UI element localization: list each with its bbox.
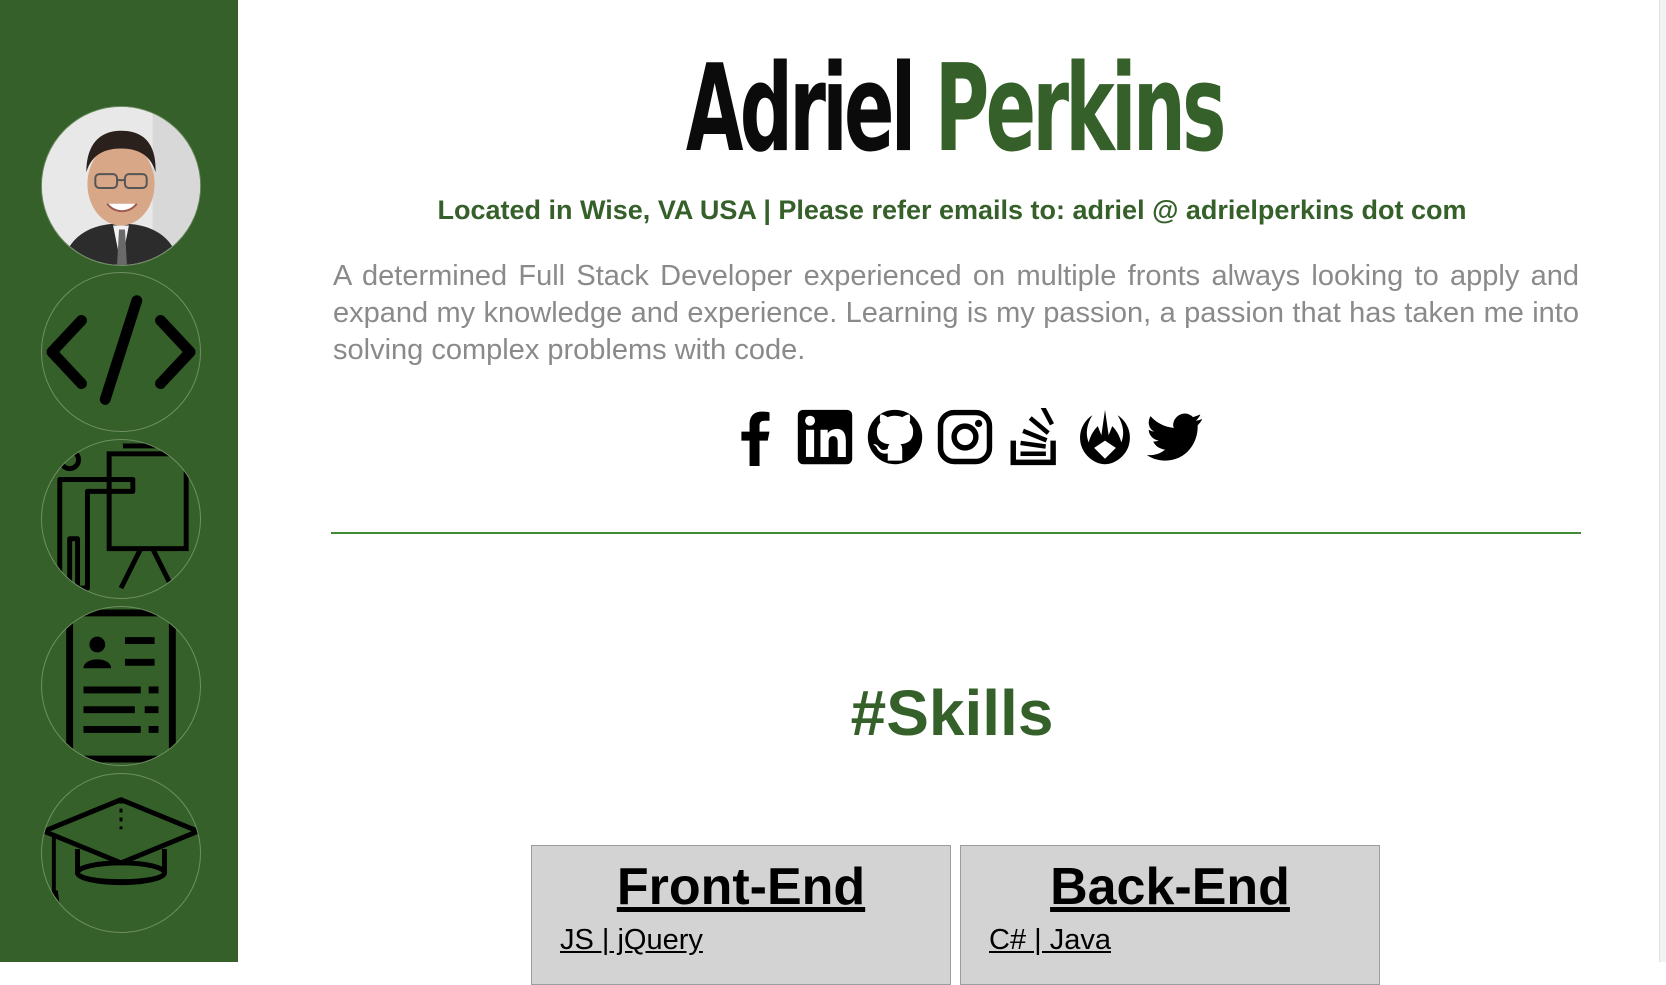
section-divider — [331, 532, 1581, 534]
nav-teaching-button[interactable] — [41, 439, 201, 599]
sidebar — [0, 0, 238, 962]
graduation-cap-icon — [42, 797, 200, 907]
code-icon — [46, 295, 196, 405]
last-name: Perkins — [934, 40, 1227, 179]
linkedin-link[interactable] — [794, 406, 856, 468]
facebook-link[interactable] — [724, 406, 786, 468]
twitter-link[interactable] — [1144, 406, 1206, 468]
nav-code-button[interactable] — [41, 272, 201, 432]
nav-education-button[interactable] — [41, 773, 201, 933]
teaching-icon — [57, 443, 189, 591]
skill-card-front-end: Front-End JS | jQuery — [531, 845, 951, 985]
nav-resume-button[interactable] — [41, 606, 201, 766]
stackoverflow-link[interactable] — [1004, 406, 1066, 468]
jedi-order-icon — [1080, 409, 1130, 465]
instagram-link[interactable] — [934, 406, 996, 468]
stackoverflow-icon — [1010, 408, 1056, 466]
resume-icon — [66, 609, 176, 763]
first-name: Adriel — [685, 40, 916, 179]
avatar[interactable] — [41, 106, 201, 266]
skills-heading: #Skills — [850, 677, 1054, 749]
jedi-link[interactable] — [1074, 406, 1136, 468]
skill-item-link[interactable]: C# | Java — [989, 922, 1111, 958]
social-links — [724, 405, 1206, 469]
bio-paragraph: A determined Full Stack Developer experi… — [333, 260, 1579, 366]
instagram-icon — [937, 409, 993, 465]
github-link[interactable] — [864, 406, 926, 468]
page-title: Adriel Perkins — [512, 40, 1397, 180]
main-content: Adriel Perkins Located in Wise, VA USA |… — [238, 0, 1666, 985]
skill-card-title: Back-End — [1050, 858, 1290, 916]
skill-card-back-end: Back-End C# | Java — [960, 845, 1380, 985]
linkedin-icon — [797, 409, 853, 465]
profile-photo — [42, 107, 200, 265]
skill-item-link[interactable]: JS | jQuery — [560, 922, 703, 958]
facebook-icon — [741, 411, 770, 466]
twitter-icon — [1146, 413, 1203, 461]
scrollbar[interactable] — [1659, 0, 1666, 962]
location-contact-line: Located in Wise, VA USA | Please refer e… — [437, 195, 1467, 225]
github-icon — [867, 409, 923, 465]
skill-card-title: Front-End — [616, 858, 866, 916]
